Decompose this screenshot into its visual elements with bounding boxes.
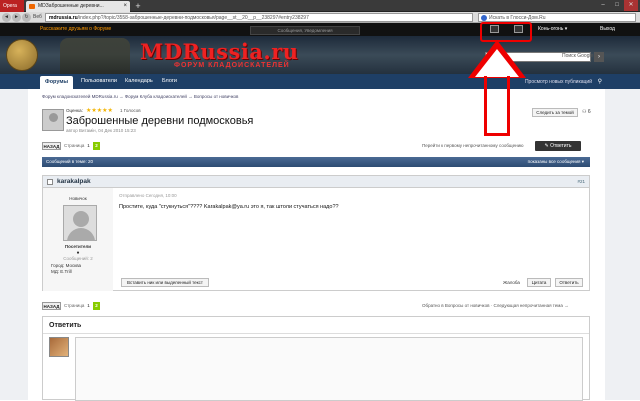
page-link-1[interactable]: 1 xyxy=(85,142,92,150)
banner-art xyxy=(60,38,130,74)
reply-avatar xyxy=(49,337,69,357)
post-body: Простите, куда "стукнуться"???? Karakalp… xyxy=(119,204,339,210)
report-link[interactable]: Жалоба xyxy=(503,280,520,285)
rating-label: Оценка: xyxy=(66,108,83,113)
opera-menu-button[interactable]: Opera xyxy=(0,0,24,12)
notifications-tooltip: Сообщения, Уведомления xyxy=(250,26,360,35)
web-label: Веб xyxy=(33,14,42,20)
reply-title: Ответить xyxy=(49,322,82,329)
post-header: karakalpak #21 xyxy=(43,176,589,188)
author-group: Посетители xyxy=(64,244,92,249)
right-margin xyxy=(605,89,640,400)
author-detector: МД: E.Trill xyxy=(51,269,72,274)
favicon-icon xyxy=(29,4,35,9)
url-field[interactable]: mdrussia.ru/index.php?/topic/3558-заброш… xyxy=(45,13,473,22)
reply-button[interactable]: ✎ Ответить xyxy=(535,141,581,151)
topic-author-avatar[interactable] xyxy=(42,109,64,131)
annotation-arrow-shaft xyxy=(484,76,510,136)
search-scope-label[interactable]: Поиск Google xyxy=(562,53,593,59)
site-user-bar: Расскажите друзьям о Форуме Сообщения, У… xyxy=(0,23,640,36)
rating-stars-icon[interactable]: ★★★★★ xyxy=(86,107,113,114)
page-link-1-bottom[interactable]: 1 xyxy=(85,302,92,310)
coin-logo-icon xyxy=(6,39,38,71)
left-margin xyxy=(0,89,28,400)
browser-search-placeholder: Искать в Глосси-Дом.Ru xyxy=(489,15,546,21)
post-date: Отправлено Сегодня, 10:00 xyxy=(119,193,177,198)
post-count: Сообщений в теме: 20 xyxy=(46,159,94,164)
annotation-arrow-head-inner xyxy=(475,49,519,77)
topic-meta: автор Витамін, 04 Дек 2010 15:23 xyxy=(66,128,136,133)
reply-box: Ответить xyxy=(42,316,590,401)
annotation-highlight-box xyxy=(480,22,532,42)
reply-editor[interactable] xyxy=(75,337,583,401)
tab-calendar[interactable]: Календарь xyxy=(125,78,153,85)
maximize-button[interactable]: □ xyxy=(610,0,624,11)
avatar[interactable] xyxy=(63,205,97,241)
post-filter-dropdown[interactable]: показаны все сообщения ▾ xyxy=(528,159,584,165)
url-host: mdrussia.ru xyxy=(49,15,78,21)
follower-count: ⚇ 6 xyxy=(582,109,591,115)
url-path: /index.php?/topic/3558-заброшенные-дерев… xyxy=(77,15,309,21)
user-menu[interactable]: Конь-огонь ▾ xyxy=(538,26,567,32)
follow-topic-button[interactable]: Следить за темой xyxy=(532,108,578,117)
answer-button[interactable]: Ответить xyxy=(555,278,583,287)
post: karakalpak #21 Новичок Посетители ● Сооб… xyxy=(42,175,590,291)
back-button[interactable]: ◄ xyxy=(2,13,11,22)
author-details: Город: Москва МД: E.Trill xyxy=(51,263,81,275)
search-submit-button[interactable]: › xyxy=(594,52,604,62)
tab-blogs[interactable]: Блоги xyxy=(162,78,177,85)
share-link[interactable]: Расскажите друзьям о Форуме xyxy=(40,26,111,32)
post-author-sidebar: Новичок Посетители ● Сообщений: 2 Город:… xyxy=(43,188,113,291)
new-content-link[interactable]: Просмотр новых публикаций xyxy=(525,79,592,85)
browser-tab[interactable]: MDЗаброшенные деревни... × xyxy=(26,1,130,12)
pager-label-bottom: Страница xyxy=(64,303,85,308)
author-post-count: Сообщений: 2 xyxy=(63,256,93,261)
close-window-button[interactable]: ✕ xyxy=(624,0,638,11)
browser-search-field[interactable]: Искать в Глосси-Дом.Ru xyxy=(478,13,636,22)
bottom-topic-nav[interactable]: Обратно в Вопросы от новичков · Следующа… xyxy=(422,303,569,308)
page-current-2: 2 xyxy=(93,142,100,150)
minimize-button[interactable]: – xyxy=(596,0,610,11)
forward-button[interactable]: ► xyxy=(12,13,21,22)
site-logo-subtitle: ФОРУМ КЛАДОИСКАТЕЛЕЙ xyxy=(174,62,290,69)
breadcrumb[interactable]: Форум кладоискателей MDRussia.ru → Форум… xyxy=(42,94,238,99)
browser-tab-bar: Opera MDЗаброшенные деревни... × + – □ ✕ xyxy=(0,0,640,12)
tab-forums[interactable]: Форумы xyxy=(40,76,74,89)
votes-count: 1 Голосов xyxy=(120,108,141,113)
new-tab-button[interactable]: + xyxy=(132,1,144,11)
google-icon xyxy=(481,15,487,21)
pager-label: Страница xyxy=(64,143,85,148)
page-current-2-bottom: 2 xyxy=(93,302,100,310)
post-author-link[interactable]: karakalpak xyxy=(57,178,91,185)
divider xyxy=(43,333,589,334)
post-number-link[interactable]: #21 xyxy=(577,179,585,184)
post-select-checkbox[interactable] xyxy=(47,179,53,185)
tab-close-icon[interactable]: × xyxy=(123,1,127,12)
address-toolbar: ◄ ► ↻ Веб mdrussia.ru/index.php?/topic/3… xyxy=(0,12,640,23)
back-button-bottom[interactable]: НАЗАД xyxy=(42,302,61,310)
insert-nick-button[interactable]: Вставить ник или выделенный текст xyxy=(121,278,209,287)
tab-title: MDЗаброшенные деревни... xyxy=(38,3,104,9)
pin-icon[interactable]: ⚲ xyxy=(598,78,602,85)
site-logo[interactable]: MDRussia.ru xyxy=(140,39,299,64)
quote-button[interactable]: Цитата xyxy=(527,278,551,287)
author-rank: Новичок xyxy=(69,196,87,201)
back-button-top[interactable]: НАЗАД xyxy=(42,142,61,150)
first-unread-link[interactable]: Перейти к первому непрочитанному сообщен… xyxy=(422,143,523,148)
logout-link[interactable]: Выход xyxy=(600,26,615,32)
reload-button[interactable]: ↻ xyxy=(22,13,31,22)
thread-header: Сообщений в теме: 20 показаны все сообще… xyxy=(42,157,590,167)
main-nav: Форумы Пользователи Календарь Блоги Прос… xyxy=(0,74,640,89)
tab-users[interactable]: Пользователи xyxy=(81,78,117,85)
page-title: Заброшенные деревни подмосковья xyxy=(66,115,254,127)
